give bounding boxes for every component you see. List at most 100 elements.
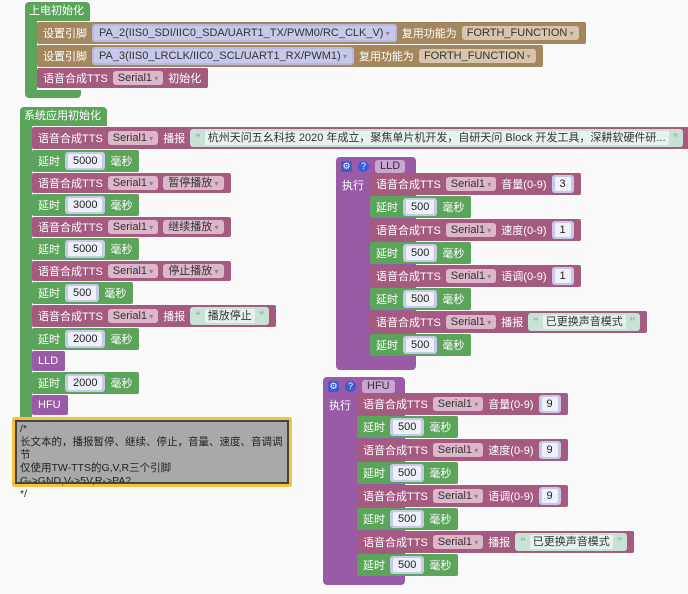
function-call-block[interactable]: LLD — [32, 351, 66, 371]
number-input[interactable]: 500 — [403, 290, 438, 308]
tts-block[interactable]: 语音合成TTS Serial1 音量(0-9) 9 — [357, 393, 568, 415]
delay-block[interactable]: 延时 500 毫秒 — [370, 196, 472, 218]
number-value[interactable]: 500 — [68, 286, 97, 300]
dropdown[interactable]: Serial1 — [445, 269, 497, 283]
number-value[interactable]: 9 — [541, 489, 558, 503]
number-value[interactable]: 500 — [406, 246, 435, 260]
number-value[interactable]: 500 — [393, 466, 422, 480]
number-input[interactable]: 500 — [403, 244, 438, 262]
number-value[interactable]: 5000 — [68, 242, 103, 256]
function-dropdown[interactable]: FORTH_FUNCTION — [461, 26, 579, 40]
delay-block[interactable]: 延时 3000 毫秒 — [32, 194, 140, 216]
pin-dropdown[interactable]: PA_3(IIS0_LRCLK/IIC0_SCL/UART1_RX/PWM1) — [92, 47, 354, 65]
dropdown[interactable]: 暂停播放 — [163, 176, 224, 190]
number-input[interactable]: 9 — [538, 487, 561, 505]
tts-block[interactable]: 语音合成TTS Serial1 音量(0-9) 3 — [370, 173, 581, 195]
number-input[interactable]: 9 — [538, 441, 561, 459]
number-value[interactable]: 500 — [393, 558, 422, 572]
tts-block[interactable]: 语音合成TTS Serial1 停止播放 — [32, 261, 231, 281]
function-block-lld[interactable]: ⚙?LLD执行语音合成TTSSerial1音量(0-9)3延时500毫秒语音合成… — [336, 157, 648, 370]
number-input[interactable]: 500 — [390, 464, 425, 482]
dropdown[interactable]: Serial1 — [445, 177, 497, 191]
number-value[interactable]: 500 — [393, 512, 422, 526]
help-icon[interactable]: ? — [358, 160, 369, 172]
dropdown[interactable]: Serial1 — [107, 264, 159, 278]
tts-block[interactable]: 语音合成TTS Serial1 速度(0-9) 9 — [357, 439, 568, 461]
dropdown[interactable]: Serial1 — [432, 443, 484, 457]
number-input[interactable]: 500 — [403, 198, 438, 216]
delay-block[interactable]: 延时 500 毫秒 — [357, 508, 459, 530]
number-value[interactable]: 2000 — [68, 332, 103, 346]
help-icon[interactable]: ? — [345, 380, 356, 392]
dropdown[interactable]: Serial1 — [107, 220, 159, 234]
dropdown[interactable]: Serial1 — [107, 176, 159, 190]
number-value[interactable]: 500 — [406, 338, 435, 352]
delay-block[interactable]: 延时 500 毫秒 — [370, 242, 472, 264]
number-input[interactable]: 5000 — [65, 240, 106, 258]
delay-block[interactable]: 延时 500 毫秒 — [370, 334, 472, 356]
number-value[interactable]: 9 — [541, 443, 558, 457]
dropdown[interactable]: Serial1 — [107, 131, 159, 145]
number-input[interactable]: 500 — [390, 510, 425, 528]
function-name[interactable]: LLD — [375, 159, 406, 173]
number-value[interactable]: 1 — [554, 269, 571, 283]
number-value[interactable]: 1 — [554, 223, 571, 237]
number-value[interactable]: 9 — [541, 397, 558, 411]
comment-block[interactable]: /* 长文本的，播报暂停、继续、停止，音量、速度、音调调节 仅使用TW-TTS的… — [12, 417, 292, 500]
set-pin-block[interactable]: 设置引脚 PA_3(IIS0_LRCLK/IIC0_SCL/UART1_RX/PW… — [37, 45, 543, 67]
number-input[interactable]: 500 — [390, 418, 425, 436]
delay-block[interactable]: 延时 5000 毫秒 — [32, 150, 140, 172]
number-value[interactable]: 2000 — [68, 376, 103, 390]
delay-block[interactable]: 延时 2000 毫秒 — [32, 372, 140, 394]
number-value[interactable]: 3000 — [68, 198, 103, 212]
number-input[interactable]: 500 — [65, 284, 100, 302]
number-input[interactable]: 1 — [551, 221, 574, 239]
number-value[interactable]: 500 — [406, 200, 435, 214]
number-input[interactable]: 3000 — [65, 196, 106, 214]
delay-block[interactable]: 延时 5000 毫秒 — [32, 238, 140, 260]
gear-icon[interactable]: ⚙ — [328, 380, 339, 392]
dropdown[interactable]: Serial1 — [445, 223, 497, 237]
dropdown[interactable]: Serial1 — [432, 535, 484, 549]
text-value[interactable]: 杭州天问五幺科技 2020 年成立，聚焦单片机开发，自研天问 Block 开发工… — [204, 131, 669, 145]
number-value[interactable]: 5000 — [68, 154, 103, 168]
number-input[interactable]: 500 — [390, 556, 425, 574]
number-value[interactable]: 3 — [554, 177, 571, 191]
text-value[interactable]: 已更换声音模式 — [529, 535, 613, 549]
tts-block[interactable]: 语音合成TTS Serial1 语调(0-9) 1 — [370, 265, 581, 287]
number-input[interactable]: 2000 — [65, 374, 106, 392]
function-block-hfu[interactable]: ⚙?HFU执行语音合成TTSSerial1音量(0-9)9延时500毫秒语音合成… — [323, 377, 635, 585]
delay-block[interactable]: 延时 500 毫秒 — [357, 462, 459, 484]
text-input[interactable]: “播放停止” — [190, 307, 270, 325]
tts-block[interactable]: 语音合成TTS Serial1 速度(0-9) 1 — [370, 219, 581, 241]
tts-block[interactable]: 语音合成TTS Serial1 播报 “播放停止” — [32, 305, 277, 327]
power-init-block[interactable]: 上电初始化 设置引脚 PA_2(IIS0_SDI/IIC0_SDA/UART1_T… — [25, 2, 586, 98]
dropdown[interactable]: 继续播放 — [163, 220, 224, 234]
gear-icon[interactable]: ⚙ — [341, 160, 352, 172]
delay-block[interactable]: 延时 500 毫秒 — [357, 416, 459, 438]
tts-block[interactable]: 语音合成TTS Serial1 语调(0-9) 9 — [357, 485, 568, 507]
tts-block[interactable]: 语音合成TTS Serial1 播报 “杭州天问五幺科技 2020 年成立，聚焦单片机… — [32, 127, 688, 149]
dropdown[interactable]: Serial1 — [107, 309, 159, 323]
delay-block[interactable]: 延时 500 毫秒 — [370, 288, 472, 310]
set-pin-block[interactable]: 设置引脚 PA_2(IIS0_SDI/IIC0_SDA/UART1_TX/PWM0… — [37, 22, 586, 44]
dropdown[interactable]: Serial1 — [432, 397, 484, 411]
number-input[interactable]: 5000 — [65, 152, 106, 170]
tts-block[interactable]: 语音合成TTS Serial1 播报 “已更换声音模式” — [370, 311, 648, 333]
number-value[interactable]: 500 — [406, 292, 435, 306]
text-input[interactable]: “已更换声音模式” — [528, 313, 641, 331]
number-input[interactable]: 1 — [551, 267, 574, 285]
text-value[interactable]: 播放停止 — [204, 309, 255, 323]
tts-block[interactable]: 语音合成TTS Serial1 继续播放 — [32, 217, 231, 237]
tts-block[interactable]: 语音合成TTS Serial1 暂停播放 — [32, 173, 231, 193]
text-input[interactable]: “已更换声音模式” — [515, 533, 628, 551]
dropdown[interactable]: Serial1 — [112, 71, 164, 85]
number-input[interactable]: 3 — [551, 175, 574, 193]
function-dropdown[interactable]: FORTH_FUNCTION — [418, 49, 536, 63]
number-input[interactable]: 500 — [403, 336, 438, 354]
dropdown[interactable]: 停止播放 — [163, 264, 224, 278]
number-input[interactable]: 2000 — [65, 330, 106, 348]
number-input[interactable]: 9 — [538, 395, 561, 413]
dropdown[interactable]: Serial1 — [445, 315, 497, 329]
delay-block[interactable]: 延时 2000 毫秒 — [32, 328, 140, 350]
